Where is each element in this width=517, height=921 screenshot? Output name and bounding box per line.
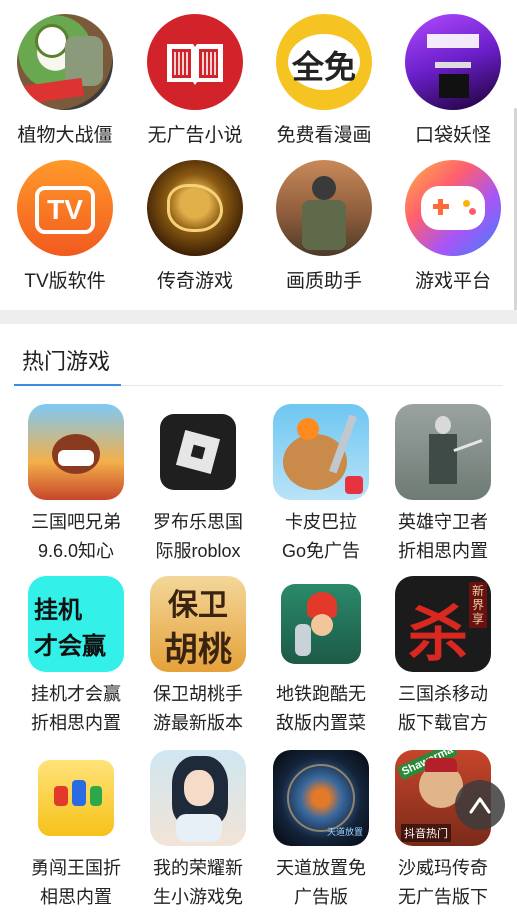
game-name-line1: 地铁跑酷无 (276, 684, 366, 704)
game-name-line2: 游最新版本 (153, 713, 243, 733)
category-label: 口袋妖怪 (414, 125, 491, 146)
game-name-line2: Go免广告 (281, 541, 360, 561)
pixel-game-icon (405, 14, 501, 110)
game-item[interactable]: 我的荣耀新 生小游戏免 (136, 750, 260, 912)
category-label: 传奇游戏 (156, 271, 233, 292)
comic-icon: 全免 (276, 14, 372, 110)
game-item[interactable]: 勇闯王国折 相思内置 (14, 750, 138, 912)
game-name-line2: 际服roblox (155, 541, 241, 561)
category-legend-game[interactable]: 传奇游戏 (130, 160, 260, 293)
category-novel[interactable]: 无广告小说 (130, 14, 260, 147)
game-item[interactable]: 天道放置 天道放置免 广告版 (259, 750, 383, 912)
back-to-top-button[interactable] (455, 780, 505, 830)
category-graphics-helper[interactable]: 画质助手 (259, 160, 389, 293)
subway-icon (273, 576, 369, 672)
game-name-line1: 天道放置免 (276, 858, 366, 878)
game-item[interactable]: 杀 新界享 三国杀移动 版下载官方 (381, 576, 505, 738)
game-item[interactable]: 卡皮巴拉 Go免广告 (259, 404, 383, 566)
game-name-line2: 相思内置 (40, 887, 112, 907)
category-pocket-monster[interactable]: 口袋妖怪 (388, 14, 517, 147)
book-icon (147, 14, 243, 110)
active-tab-indicator (14, 384, 121, 386)
game-item[interactable]: 三国吧兄弟 9.6.0知心 (14, 404, 138, 566)
game-item[interactable]: 保卫 胡桃 保卫胡桃手 游最新版本 (136, 576, 260, 738)
plants-vs-zombies-icon (17, 14, 113, 110)
game-item[interactable]: 罗布乐思国 际服roblox (136, 404, 260, 566)
hero-icon (395, 404, 491, 500)
game-name-line1: 罗布乐思国 (153, 512, 243, 532)
game-item[interactable]: 地铁跑酷无 敌版内置菜 (259, 576, 383, 738)
category-plants-vs-zombies[interactable]: 植物大战僵 (0, 14, 130, 147)
capybara-icon (273, 404, 369, 500)
category-game-platform[interactable]: 游戏平台 (388, 160, 517, 293)
game-name-line2: 广告版 (294, 887, 348, 907)
game-name-line1: 沙威玛传奇 (398, 858, 488, 878)
planet-icon: 天道放置 (273, 750, 369, 846)
kingdom-icon (28, 750, 124, 846)
category-grid: 植物大战僵 无广告小说 全免 免费看漫画 口袋妖怪 TV TV版软件 传奇游戏 … (0, 0, 517, 310)
idle-text-icon: 挂机 才会赢 (28, 576, 124, 672)
tv-icon: TV (17, 160, 113, 256)
game-name-line1: 勇闯王国折 (31, 858, 121, 878)
sanguosha-icon: 杀 新界享 (395, 576, 491, 672)
section-divider (0, 310, 517, 324)
game-name-line2: 版下载官方 (398, 713, 488, 733)
game-item[interactable]: 英雄守卫者 折相思内置 (381, 404, 505, 566)
roblox-icon (150, 404, 246, 500)
game-item[interactable]: Shawarma 抖音热门 沙威玛传奇 无广告版下 (381, 750, 505, 912)
game-name-line1: 英雄守卫者 (398, 512, 488, 532)
category-label: 画质助手 (285, 271, 362, 292)
game-item[interactable]: 挂机 才会赢 挂机才会赢 折相思内置 (14, 576, 138, 738)
dragon-icon (147, 160, 243, 256)
section-title[interactable]: 热门游戏 (22, 344, 110, 376)
category-comic[interactable]: 全免 免费看漫画 (259, 14, 389, 147)
category-label: 无广告小说 (147, 125, 243, 146)
back-to-top-icon (469, 797, 491, 814)
game-name-line2: 折相思内置 (398, 541, 488, 561)
anime-girl-icon (150, 750, 246, 846)
game-name-line2: 折相思内置 (31, 713, 121, 733)
hutao-icon: 保卫 胡桃 (150, 576, 246, 672)
game-name-line2: 生小游戏免 (153, 887, 243, 907)
category-label: 游戏平台 (414, 271, 491, 292)
game-name-line1: 卡皮巴拉 (285, 512, 357, 532)
category-label: 植物大战僵 (17, 125, 113, 146)
game-name-line2: 敌版内置菜 (276, 713, 366, 733)
warrior-icon (28, 404, 124, 500)
game-name-line1: 三国杀移动 (398, 684, 488, 704)
game-name-line1: 我的荣耀新 (153, 858, 243, 878)
game-name-line1: 挂机才会赢 (31, 684, 121, 704)
game-name-line2: 无广告版下 (398, 887, 488, 907)
game-name-line1: 保卫胡桃手 (153, 684, 243, 704)
gamepad-icon (405, 160, 501, 256)
category-label: TV版软件 (24, 271, 106, 292)
soldier-icon (276, 160, 372, 256)
game-name-line1: 三国吧兄弟 (31, 512, 121, 532)
category-label: 免费看漫画 (276, 125, 372, 146)
game-name-line2: 9.6.0知心 (37, 541, 115, 561)
category-tv-software[interactable]: TV TV版软件 (0, 160, 130, 293)
